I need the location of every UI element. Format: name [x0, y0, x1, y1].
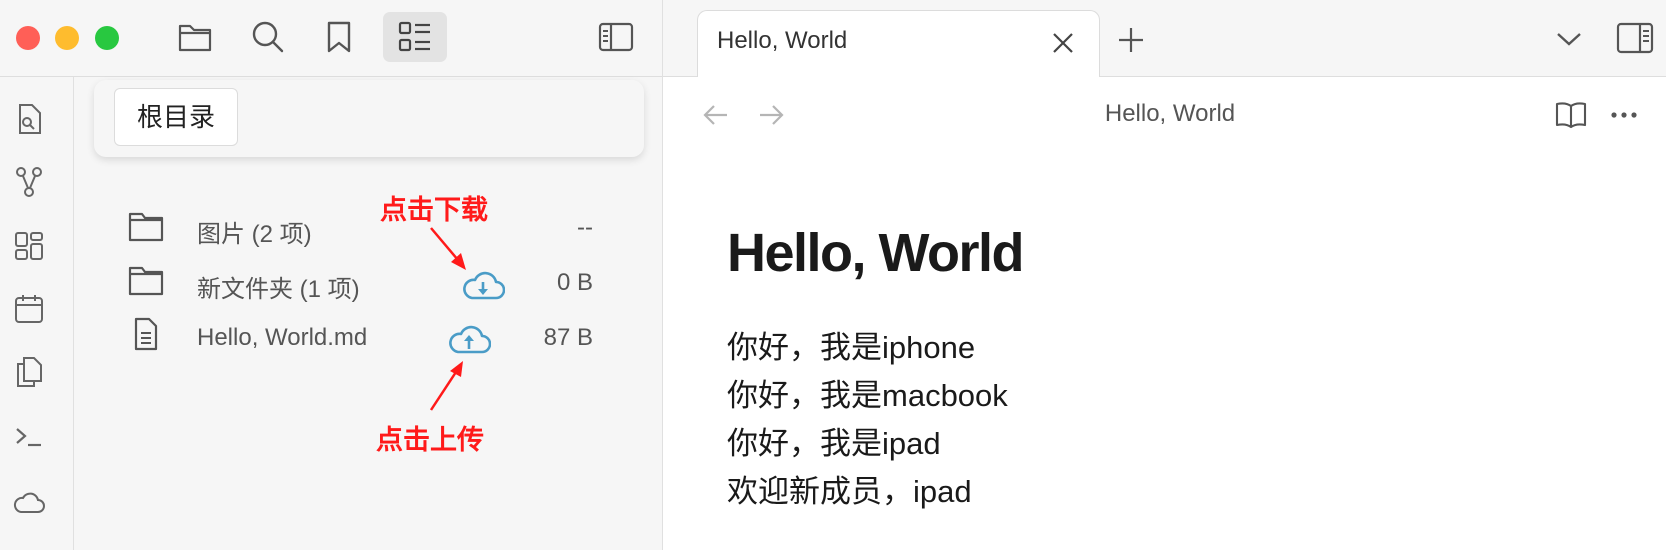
document-line: 欢迎新成员，ipad	[727, 474, 972, 509]
document-line: 你好，我是ipad	[727, 426, 941, 461]
chevron-down-icon[interactable]	[1555, 30, 1583, 48]
download-arrow	[430, 227, 459, 261]
annotation-arrows	[429, 227, 466, 411]
forward-arrow-icon[interactable]	[758, 102, 786, 128]
document-header-title: Hello, World	[1104, 100, 1236, 127]
back-arrow-icon[interactable]	[701, 102, 729, 128]
right-sidebar-toggle-icon[interactable]	[1616, 22, 1654, 54]
close-icon[interactable]	[1051, 31, 1075, 55]
reading-view-icon[interactable]	[1554, 100, 1588, 130]
new-tab-icon[interactable]	[1117, 26, 1145, 54]
document-line: 你好，我是macbook	[727, 378, 1008, 413]
upload-arrow	[429, 371, 458, 411]
tab-label: Hello, World	[717, 27, 848, 54]
document-line: 你好，我是iphone	[727, 330, 976, 365]
document-heading: Hello, World	[727, 223, 1025, 283]
more-options-icon[interactable]	[1610, 110, 1638, 120]
